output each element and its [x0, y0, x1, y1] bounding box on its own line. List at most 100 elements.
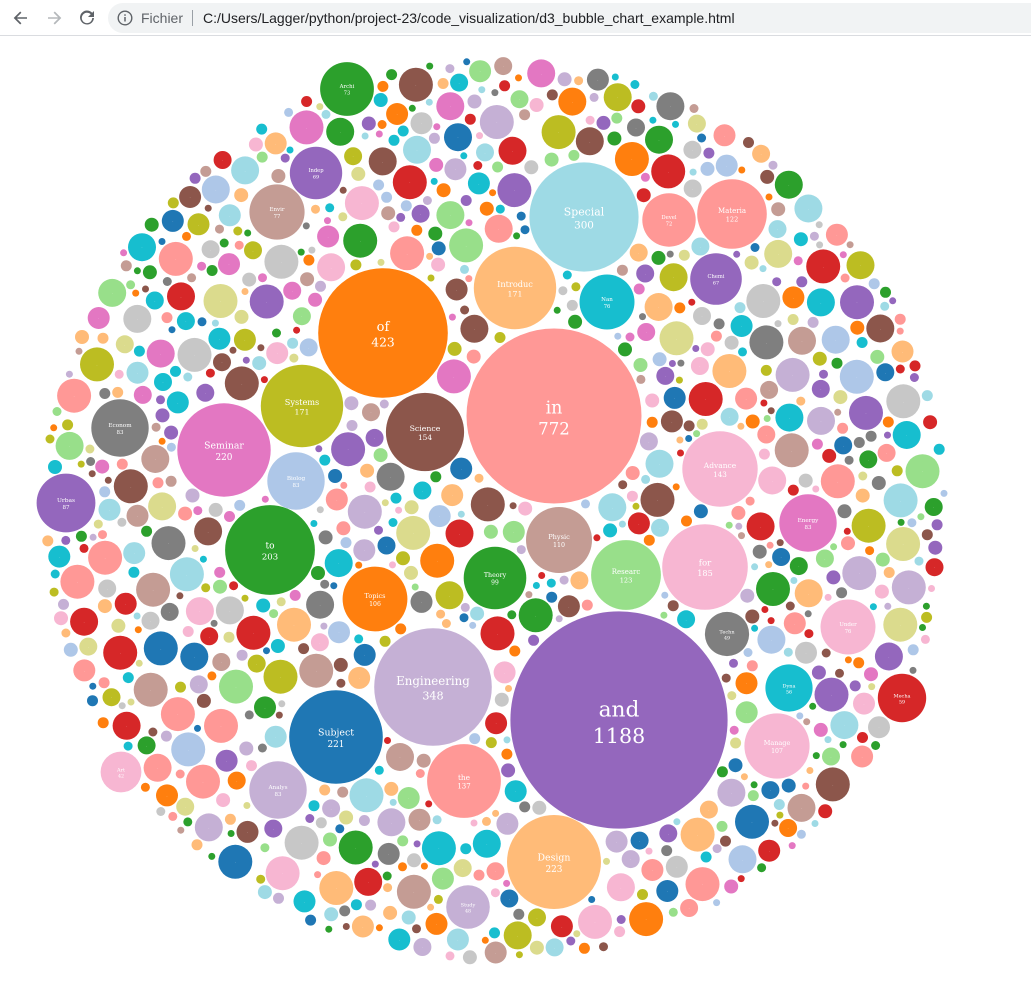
- bubble-small: [737, 422, 745, 430]
- bubble-small: [545, 938, 564, 957]
- bubble-small: [493, 661, 516, 684]
- bubble-small: [257, 885, 272, 900]
- bubble-small: [189, 675, 208, 694]
- bubble-small: [413, 481, 432, 500]
- bubble-small: [614, 926, 626, 938]
- bubble-small: [75, 330, 89, 344]
- bubble-small: [453, 859, 472, 878]
- url-text[interactable]: C:/Users/Lagger/python/project-23/code_v…: [203, 10, 735, 26]
- bubble-small: [398, 862, 407, 872]
- bubble-small: [571, 282, 581, 292]
- bubble-small: [484, 214, 513, 243]
- bubble-small: [940, 489, 948, 497]
- bubble-small: [224, 511, 235, 522]
- bubble-small: [841, 536, 855, 551]
- bubble-small: [807, 316, 819, 328]
- bubble-small: [923, 415, 938, 430]
- bubble-circle: [682, 431, 758, 507]
- bubble-small: [892, 421, 921, 449]
- bubble-small: [77, 460, 85, 468]
- back-button[interactable]: [9, 6, 33, 30]
- info-icon[interactable]: [117, 10, 133, 26]
- bubble-small: [497, 173, 532, 208]
- bubble-small: [779, 819, 798, 837]
- bubble-small: [450, 457, 473, 480]
- bubble-small: [266, 342, 289, 365]
- bubble-small: [115, 335, 134, 354]
- bubble-small: [720, 835, 731, 847]
- bubble-small: [691, 237, 710, 256]
- bubble-small: [224, 366, 259, 401]
- bubble-small: [316, 506, 324, 514]
- bubble-small: [206, 265, 218, 276]
- bubble-small: [830, 543, 838, 551]
- bubble-small: [492, 809, 500, 817]
- bubble-small: [765, 561, 773, 569]
- bubble-circle: [765, 664, 813, 712]
- bubble-small: [460, 264, 469, 274]
- bubble-small: [270, 639, 285, 653]
- bubble-small: [396, 874, 431, 909]
- bubble-small: [160, 602, 179, 621]
- forward-button[interactable]: [42, 6, 66, 30]
- bubble-small: [383, 905, 398, 920]
- bubble-small: [144, 217, 159, 232]
- bubble-small: [603, 523, 618, 538]
- bubble-small: [481, 936, 489, 944]
- bubble-physic: Physic110: [526, 507, 592, 573]
- bubble-small: [384, 781, 399, 796]
- bubble-small: [143, 753, 172, 782]
- bubble-small: [339, 810, 354, 825]
- bubble-small: [883, 607, 918, 642]
- bubble-small: [381, 191, 393, 203]
- bubble-small: [276, 597, 286, 607]
- bubble-small: [199, 555, 207, 563]
- bubble-small: [365, 428, 384, 447]
- bubble-small: [392, 165, 427, 200]
- bubble-small: [660, 410, 683, 433]
- bubble-small: [920, 634, 930, 644]
- address-bar[interactable]: Fichier C:/Users/Lagger/python/project-2…: [108, 3, 1031, 33]
- bubble-small: [675, 376, 683, 384]
- bubble-small: [256, 874, 266, 884]
- bubble-small: [271, 169, 286, 183]
- bubble-circle: [642, 193, 696, 247]
- bubble-small: [768, 220, 787, 239]
- bubble-small: [398, 67, 433, 102]
- bubble-small: [351, 915, 374, 938]
- bubble-small: [665, 855, 688, 878]
- bubble-small: [683, 420, 695, 432]
- bubble-small: [921, 390, 933, 402]
- bubble-small: [261, 495, 269, 503]
- bubble-small: [142, 265, 157, 280]
- bubble-small: [868, 716, 890, 739]
- bubble-small: [831, 357, 843, 369]
- bubble-small: [460, 602, 470, 612]
- bubble-small: [70, 607, 99, 636]
- bubble-small: [668, 907, 678, 917]
- bubble-small: [710, 330, 722, 342]
- bubble-science: Science154: [385, 392, 465, 472]
- bubble-small: [546, 89, 558, 101]
- bubble-small: [428, 226, 443, 241]
- bubble-small: [344, 147, 363, 166]
- bubble-small: [310, 633, 329, 652]
- bubble-small: [490, 888, 500, 898]
- bubble-small: [883, 567, 895, 578]
- bubble-small: [909, 360, 921, 372]
- bubble-small: [824, 736, 832, 744]
- bubble-small: [379, 635, 391, 647]
- bubble-small: [756, 572, 790, 606]
- reload-button[interactable]: [75, 6, 99, 30]
- bubble-small: [593, 534, 601, 542]
- bubble-small: [815, 767, 850, 802]
- bubble-small: [361, 132, 369, 140]
- bubble-small: [886, 384, 921, 419]
- bubble-small: [243, 802, 251, 809]
- bubble-small: [629, 243, 648, 262]
- bubble-small: [416, 753, 431, 768]
- bubble-small: [126, 361, 149, 384]
- bubble-small: [428, 132, 440, 144]
- bubble-small: [300, 272, 315, 287]
- bubble-small: [444, 123, 472, 152]
